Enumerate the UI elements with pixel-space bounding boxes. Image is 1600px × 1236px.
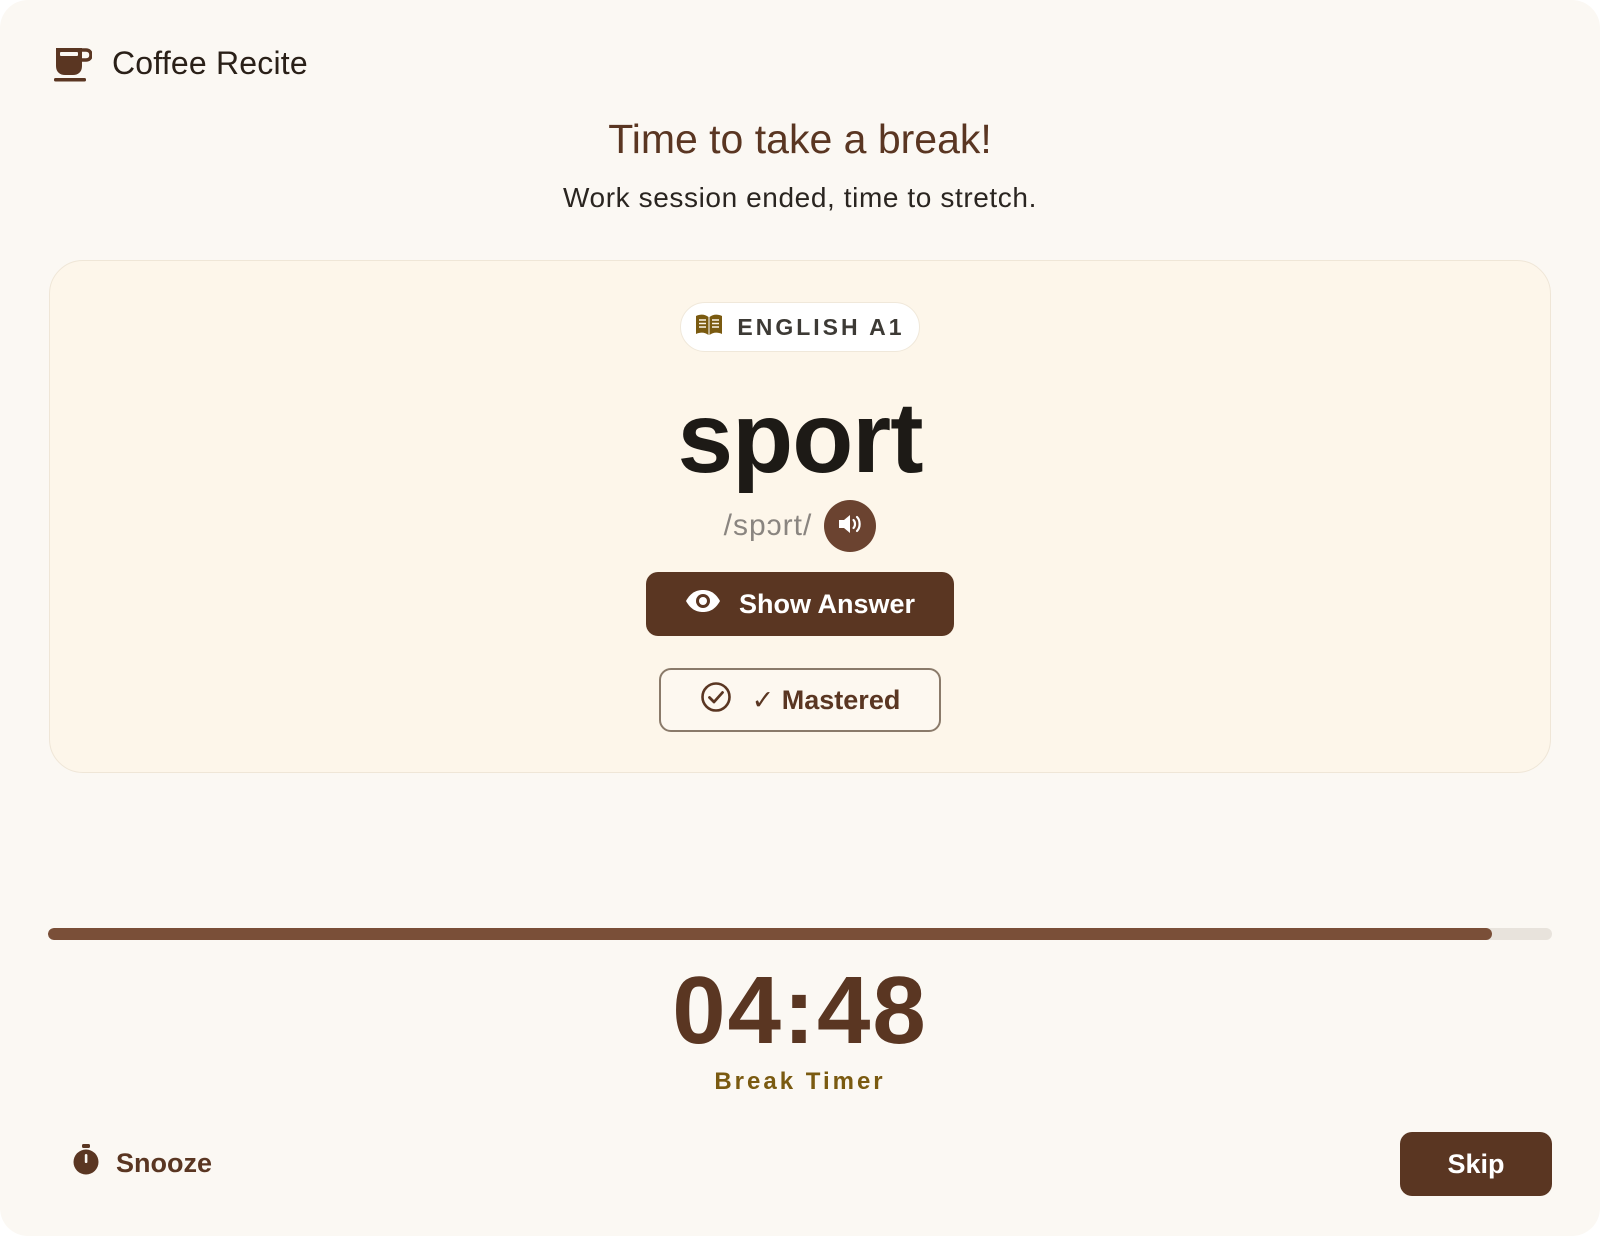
show-answer-button[interactable]: Show Answer xyxy=(646,572,954,636)
skip-button[interactable]: Skip xyxy=(1400,1132,1552,1196)
deck-tag: ENGLISH A1 xyxy=(680,302,920,352)
page-subtitle: Work session ended, time to stretch. xyxy=(563,182,1037,213)
stopwatch-icon xyxy=(72,1144,100,1183)
page-title: Time to take a break! xyxy=(608,116,992,162)
book-icon xyxy=(695,314,723,341)
mastered-label: ✓ Mastered xyxy=(751,684,901,715)
phonetic-text: /spɔrt/ xyxy=(723,509,813,542)
play-audio-button[interactable] xyxy=(824,500,877,552)
check-circle-icon xyxy=(700,681,732,720)
break-timer-label: Break Timer xyxy=(714,1068,886,1095)
pronunciation-row: /spɔrt/ xyxy=(0,500,1600,552)
eye-icon xyxy=(685,589,721,620)
show-answer-label: Show Answer xyxy=(738,588,916,619)
coffee-cup-icon xyxy=(54,44,92,82)
break-window: Coffee Recite Time to take a break! Work… xyxy=(0,0,1600,1236)
break-progress-bar xyxy=(48,928,1552,940)
break-progress-fill xyxy=(48,928,1492,940)
deck-tag-label: ENGLISH A1 xyxy=(737,313,905,340)
vocab-word: sport xyxy=(677,382,924,494)
app-brand: Coffee Recite xyxy=(54,44,308,82)
snooze-label: Snooze xyxy=(116,1148,213,1178)
speaker-icon xyxy=(837,512,863,541)
snooze-button[interactable]: Snooze xyxy=(72,1144,212,1183)
app-name: Coffee Recite xyxy=(112,44,308,81)
mastered-button[interactable]: ✓ Mastered xyxy=(659,668,941,732)
break-timer: 04:48 xyxy=(672,957,928,1064)
